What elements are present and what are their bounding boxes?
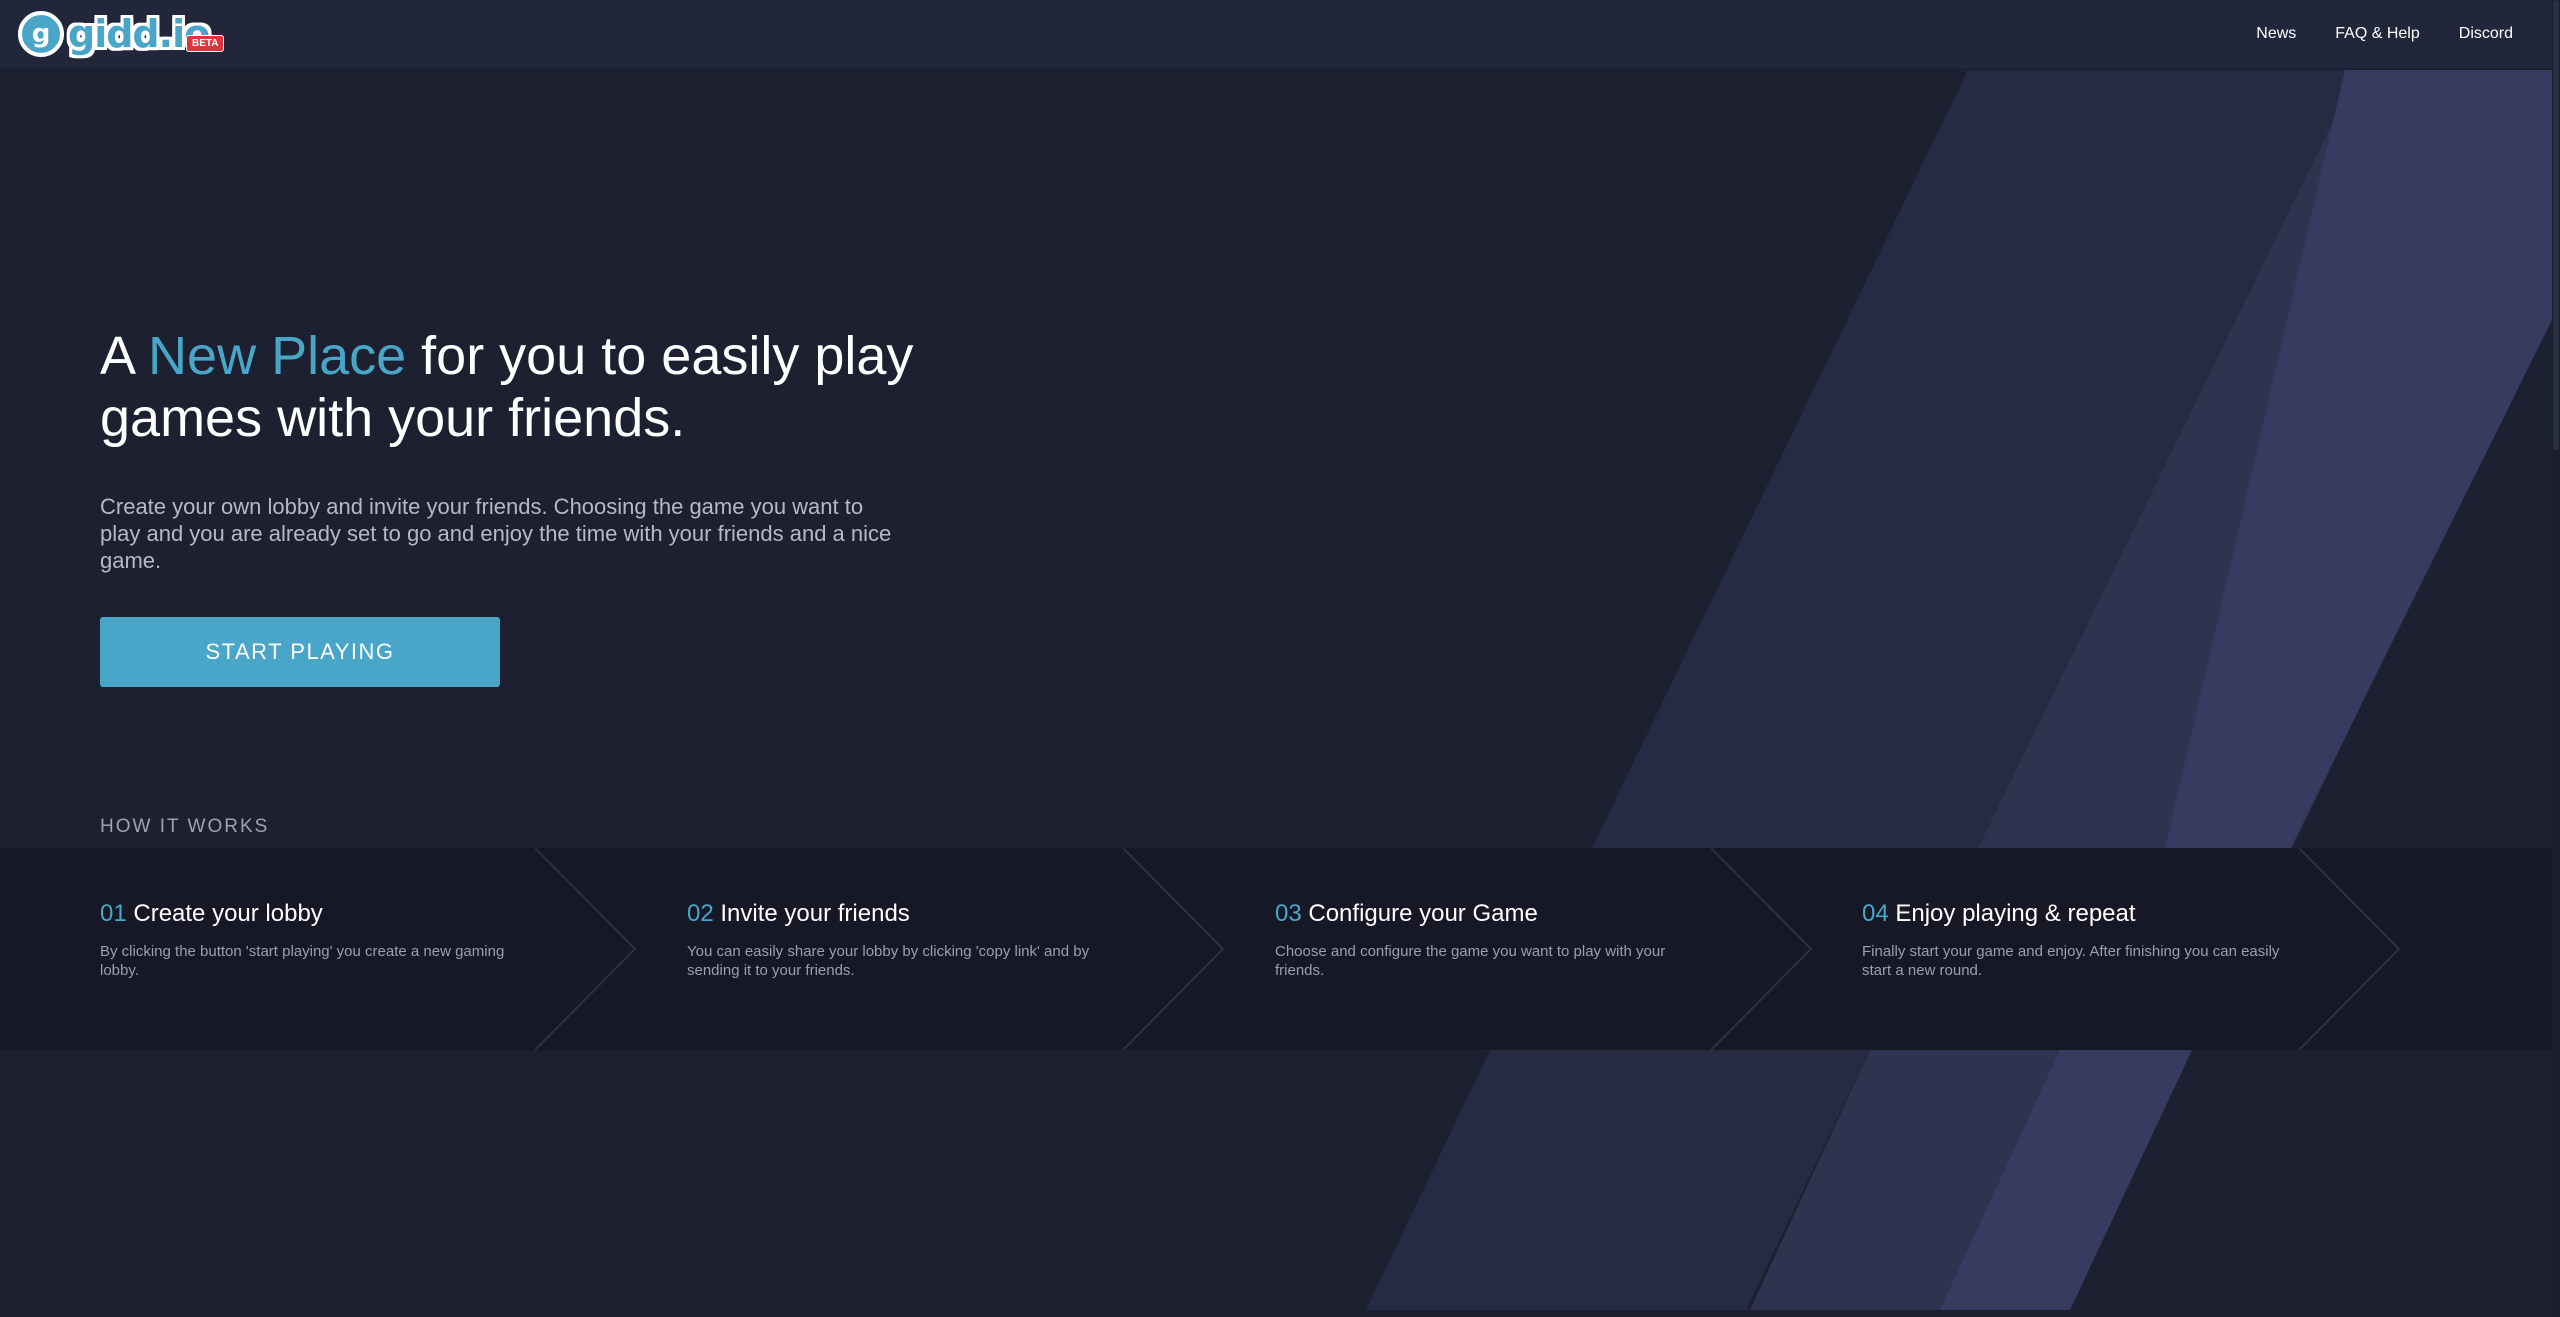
step-title: 04 Enjoy playing & repeat — [1862, 900, 2322, 928]
step-title: 03 Configure your Game — [1275, 900, 1735, 928]
hero-description: Create your own lobby and invite your fr… — [100, 494, 892, 573]
logo-mark-icon: g — [18, 11, 64, 57]
step-description: Choose and configure the game you want t… — [1275, 943, 1666, 979]
step-title-text: Configure your Game — [1301, 900, 1538, 927]
step-description: You can easily share your lobby by click… — [687, 943, 1090, 979]
hero-title-accent: New Place — [148, 326, 407, 386]
nav-link-faq-help[interactable]: FAQ & Help — [2335, 25, 2419, 43]
main-nav: News FAQ & Help Discord — [2256, 0, 2552, 68]
step-description: By clicking the button 'start playing' y… — [100, 943, 505, 979]
step-number: 03 — [1275, 900, 1302, 927]
step-number: 02 — [687, 900, 714, 927]
nav-link-discord[interactable]: Discord — [2459, 25, 2513, 43]
hero-title: A New Place for you to easily play games… — [100, 325, 920, 449]
step-number: 04 — [1862, 900, 1889, 927]
nav-link-news[interactable]: News — [2256, 25, 2296, 43]
how-it-works-steps: 01 Create your lobby By clicking the but… — [0, 848, 2552, 1050]
step-title-text: Invite your friends — [713, 900, 910, 927]
step-enjoy-playing: 04 Enjoy playing & repeat Finally start … — [1862, 900, 2322, 980]
page-scrollbar[interactable] — [2552, 0, 2560, 1317]
hero-section: A New Place for you to easily play games… — [100, 325, 920, 687]
site-logo[interactable]: g gidd.io BETA — [18, 10, 225, 58]
step-description: Finally start your game and enjoy. After… — [1862, 943, 2280, 979]
start-playing-button[interactable]: START PLAYING — [100, 617, 500, 687]
how-it-works-heading: HOW IT WORKS — [100, 816, 270, 837]
step-invite-friends: 02 Invite your friends You can easily sh… — [687, 900, 1147, 980]
step-configure-game: 03 Configure your Game Choose and config… — [1275, 900, 1735, 980]
step-number: 01 — [100, 900, 127, 927]
top-navbar: g gidd.io BETA News FAQ & Help Discord — [0, 0, 2552, 70]
scrollbar-thumb[interactable] — [2553, 0, 2559, 450]
step-title-text: Enjoy playing & repeat — [1888, 900, 2136, 927]
beta-badge: BETA — [186, 35, 225, 52]
step-title: 01 Create your lobby — [100, 900, 560, 928]
hero-title-prefix: A — [100, 326, 149, 386]
page: g gidd.io BETA News FAQ & Help Discord A… — [0, 0, 2552, 1317]
step-title: 02 Invite your friends — [687, 900, 1147, 928]
step-title-text: Create your lobby — [126, 900, 323, 927]
step-create-lobby: 01 Create your lobby By clicking the but… — [100, 900, 560, 980]
